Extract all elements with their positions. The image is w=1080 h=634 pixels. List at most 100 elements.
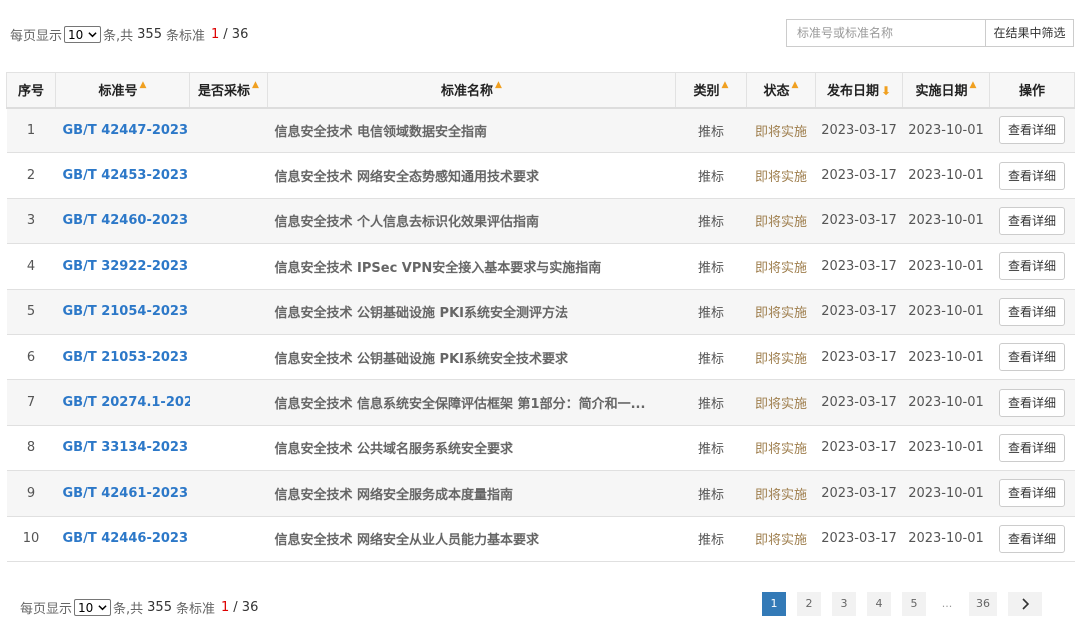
page-size-select[interactable]: 10	[74, 599, 112, 616]
implement-date-cell: 2023-10-01	[908, 168, 984, 184]
page-ellipsis: ...	[941, 597, 953, 610]
publish-date-cell: 2023-03-17	[821, 258, 897, 274]
standard-code-link[interactable]: GB/T 42447-2023	[56, 108, 190, 153]
standard-code-link[interactable]: GB/T 21053-2023	[56, 334, 190, 379]
category-cell: 推标	[697, 397, 724, 413]
standard-code-link[interactable]: GB/T 32922-2023	[56, 244, 190, 289]
view-details-button[interactable]: 查看详细	[999, 116, 1065, 145]
chevron-down-icon	[98, 605, 107, 611]
is-adopted-cell	[190, 471, 268, 516]
row-index: 9	[26, 485, 36, 501]
view-details-button[interactable]: 查看详细	[999, 343, 1065, 372]
category-cell: 推标	[697, 124, 724, 140]
col-publish-date-header[interactable]: 发布日期 ⬇	[815, 72, 903, 109]
status-cell: 即将实施	[754, 442, 807, 458]
standard-code-link[interactable]: GB/T 42446-2023	[56, 516, 190, 561]
action-cell: 查看详细	[990, 108, 1075, 153]
standard-code-link[interactable]: GB/T 42453-2023	[56, 153, 190, 198]
col-name-header[interactable]: 标准名称 ▲	[267, 72, 676, 109]
table-row: 2 GB/T 42453-2023 信息安全技术 网络安全态势感知通用技术要求 推标 即…	[6, 152, 1075, 199]
status-cell: 即将实施	[754, 397, 807, 413]
standard-name: 信息安全技术 信息系统安全保障评估框架 第1部分：简介和一...	[274, 397, 646, 413]
total-count: 355	[147, 600, 172, 615]
table-row: 6 GB/T 21053-2023 信息安全技术 公钥基础设施 PKI系统安全技术要…	[6, 334, 1075, 380]
table-row: 4 GB/T 32922-2023 信息安全技术 IPSec VPN安全接入基本要求…	[6, 243, 1075, 290]
standard-name: 信息安全技术 网络安全服务成本度量指南	[274, 487, 514, 503]
standard-name: 信息安全技术 个人信息去标识化效果评估指南	[274, 215, 540, 231]
publish-date-cell: 2023-03-17	[821, 304, 897, 320]
page-button-2[interactable]: 2	[797, 592, 821, 616]
implement-date-cell: 2023-10-01	[908, 395, 984, 411]
per-page-label: 每页显示	[10, 29, 63, 44]
table-header-row: 序号 标准号 ▲ 是否采标 ▲ 标准名称 ▲ 类别 ▲ 状态 ▲ 发布日期 ⬇ 实施日期 ▲ …	[6, 72, 1075, 109]
standard-code-link[interactable]: GB/T 21054-2023	[56, 289, 190, 334]
per-page-label: 每页显示	[20, 602, 73, 617]
view-details-button[interactable]: 查看详细	[999, 206, 1065, 235]
implement-date-cell: 2023-10-01	[908, 531, 984, 547]
col-action-header: 操作	[989, 72, 1075, 109]
total-pages: / 36	[223, 27, 249, 42]
search-input[interactable]	[786, 19, 985, 47]
row-index: 3	[26, 213, 36, 229]
page-button-3[interactable]: 3	[832, 592, 856, 616]
publish-date-cell: 2023-03-17	[821, 485, 897, 501]
status-cell: 即将实施	[754, 351, 807, 367]
col-implement-date-header[interactable]: 实施日期 ▲	[902, 72, 990, 109]
publish-date-cell: 2023-03-17	[821, 531, 897, 547]
view-details-button[interactable]: 查看详细	[999, 161, 1065, 190]
summary-suffix: 条,共	[113, 602, 144, 617]
category-cell: 推标	[697, 260, 724, 276]
view-details-button[interactable]: 查看详细	[999, 479, 1065, 508]
standard-code-link[interactable]: GB/T 42461-2023	[56, 471, 190, 516]
chevron-down-icon	[88, 32, 97, 38]
standard-code-link[interactable]: GB/T 33134-2023	[56, 425, 190, 470]
status-cell: 即将实施	[754, 487, 807, 503]
row-index: 10	[22, 531, 40, 547]
col-code-header[interactable]: 标准号 ▲	[55, 72, 190, 109]
is-adopted-cell	[190, 425, 268, 470]
filter-in-results-button[interactable]: 在结果中筛选	[985, 19, 1074, 47]
page-size-select[interactable]: 10	[64, 26, 102, 43]
implement-date-cell: 2023-10-01	[908, 213, 984, 229]
page-button-5[interactable]: 5	[902, 592, 926, 616]
row-index: 5	[26, 304, 36, 320]
standard-code-link[interactable]: GB/T 20274.1-2023	[56, 380, 190, 425]
page-button-1[interactable]: 1	[762, 592, 786, 616]
action-cell: 查看详细	[990, 198, 1075, 243]
action-cell: 查看详细	[990, 516, 1075, 561]
publish-date-cell: 2023-03-17	[821, 213, 897, 229]
col-status-header[interactable]: 状态 ▲	[746, 72, 816, 109]
total-count: 355	[137, 27, 162, 42]
status-cell: 即将实施	[754, 533, 807, 549]
col-category-header[interactable]: 类别 ▲	[675, 72, 747, 109]
status-cell: 即将实施	[754, 306, 807, 322]
col-adopted-header[interactable]: 是否采标 ▲	[189, 72, 268, 109]
current-page-number: 1	[221, 600, 230, 615]
action-cell: 查看详细	[990, 380, 1075, 425]
view-details-button[interactable]: 查看详细	[999, 388, 1065, 417]
action-cell: 查看详细	[990, 153, 1075, 198]
row-index: 6	[26, 349, 36, 365]
pagination-summary-bottom: 每页显示 10 条,共 355 条标准 1 / 36	[20, 598, 258, 617]
standard-name: 信息安全技术 公钥基础设施 PKI系统安全测评方法	[274, 306, 569, 322]
category-cell: 推标	[697, 351, 724, 367]
sort-down-arrow-icon: ⬇	[880, 84, 892, 99]
table-row: 3 GB/T 42460-2023 信息安全技术 个人信息去标识化效果评估指南 推标 即…	[6, 198, 1075, 244]
is-adopted-cell	[190, 289, 268, 334]
table-row: 8 GB/T 33134-2023 信息安全技术 公共域名服务系统安全要求 推标 即将实…	[6, 425, 1075, 471]
view-details-button[interactable]: 查看详细	[999, 433, 1065, 462]
is-adopted-cell	[190, 516, 268, 561]
row-index: 2	[26, 168, 36, 184]
page-button-4[interactable]: 4	[867, 592, 891, 616]
view-details-button[interactable]: 查看详细	[999, 297, 1065, 326]
page-size-value: 10	[78, 600, 94, 615]
standard-code-link[interactable]: GB/T 42460-2023	[56, 198, 190, 243]
next-page-button[interactable]	[1008, 592, 1042, 616]
is-adopted-cell	[190, 244, 268, 289]
view-details-button[interactable]: 查看详细	[999, 252, 1065, 281]
page-button-last[interactable]: 36	[969, 592, 997, 616]
view-details-button[interactable]: 查看详细	[999, 524, 1065, 553]
category-cell: 推标	[697, 487, 724, 503]
sort-up-icon: ▲	[495, 80, 502, 91]
action-cell: 查看详细	[990, 425, 1075, 470]
